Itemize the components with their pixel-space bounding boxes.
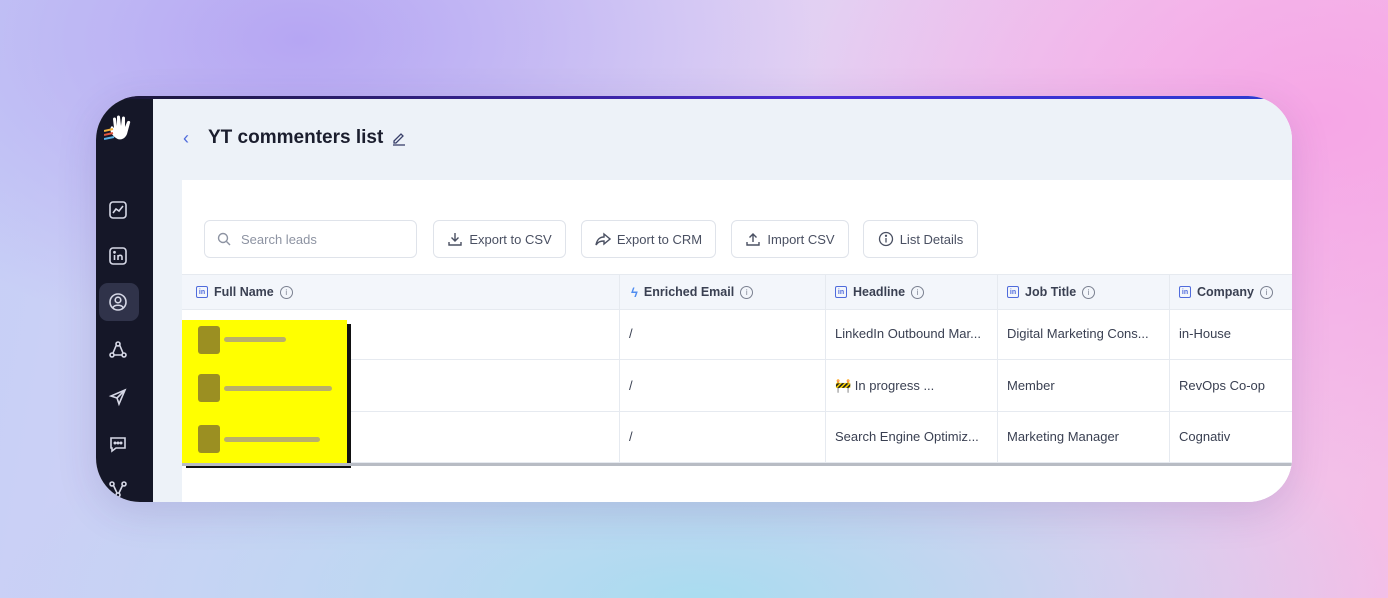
upload-icon (746, 233, 761, 246)
col-full-name[interactable]: in Full Name i (196, 275, 293, 309)
info-icon[interactable]: i (740, 285, 754, 299)
share-icon (595, 232, 611, 246)
column-divider (1169, 274, 1170, 462)
col-company[interactable]: in Company i (1179, 275, 1273, 309)
linkedin-icon: in (835, 286, 847, 298)
redacted-name (224, 337, 286, 342)
contacts-icon[interactable] (106, 290, 130, 314)
linkedin-icon[interactable] (106, 244, 130, 268)
job-title-cell: Marketing Manager (1007, 429, 1119, 444)
redacted-name (224, 437, 320, 442)
linkedin-icon: in (1007, 286, 1019, 298)
column-divider (825, 274, 826, 462)
col-enriched-email-label: Enriched Email (643, 285, 735, 299)
search-icon (217, 232, 231, 246)
info-icon[interactable]: i (911, 285, 925, 299)
download-icon (448, 233, 463, 246)
info-icon[interactable]: i (1082, 285, 1096, 299)
page-title: YT commenters list (208, 127, 384, 148)
analytics-icon[interactable] (106, 198, 130, 222)
app-window: ‹ YT commenters list Export to CSV Expor… (96, 96, 1292, 502)
back-chevron-icon[interactable]: ‹ (183, 128, 189, 149)
linkedin-icon: in (1179, 286, 1191, 298)
avatar (198, 374, 220, 402)
integrations-icon[interactable] (106, 478, 130, 502)
leads-panel: Export to CSV Export to CRM Import CSV L… (182, 180, 1292, 502)
job-title-cell: Digital Marketing Cons... (1007, 326, 1149, 341)
export-csv-label: Export to CSV (469, 231, 552, 247)
avatar (198, 425, 220, 453)
sidebar (96, 96, 153, 502)
page-header: ‹ YT commenters list (153, 96, 1292, 180)
email-cell: / (629, 378, 633, 393)
col-headline[interactable]: in Headline i (835, 275, 925, 309)
email-cell: / (629, 326, 633, 341)
linkedin-icon: in (196, 286, 208, 298)
list-details-label: List Details (899, 231, 964, 247)
column-divider (619, 274, 620, 462)
export-crm-label: Export to CRM (616, 231, 703, 247)
export-csv-button[interactable]: Export to CSV (433, 220, 566, 258)
company-cell: in-House (1179, 326, 1232, 341)
table-row[interactable]: / 🚧 In progress ... Member RevOps Co-op (182, 360, 1292, 412)
info-icon[interactable]: i (1259, 285, 1273, 299)
info-icon[interactable]: i (279, 285, 293, 299)
table-row[interactable]: / Search Engine Optimiz... Marketing Man… (182, 411, 1292, 463)
search-input[interactable] (239, 230, 403, 248)
col-enriched-email[interactable]: ϟ Enriched Email i (631, 275, 754, 309)
company-cell: RevOps Co-op (1179, 378, 1265, 393)
search-box[interactable] (204, 220, 417, 258)
import-csv-label: Import CSV (767, 231, 835, 247)
edit-pencil-icon[interactable] (391, 130, 407, 146)
headline-cell: 🚧 In progress ... (835, 377, 935, 393)
messages-icon[interactable] (106, 432, 130, 456)
headline-cell: LinkedIn Outbound Mar... (835, 326, 981, 341)
avatar (198, 326, 220, 354)
redacted-name (224, 386, 332, 391)
bolt-icon: ϟ (631, 284, 638, 300)
job-title-cell: Member (1007, 378, 1055, 393)
col-company-label: Company (1197, 285, 1254, 299)
table-row[interactable]: / LinkedIn Outbound Mar... Digital Marke… (182, 308, 1292, 360)
redaction-highlight (182, 320, 347, 464)
col-full-name-label: Full Name (214, 285, 274, 299)
main-content: ‹ YT commenters list Export to CSV Expor… (153, 96, 1292, 502)
column-divider (997, 274, 998, 462)
send-icon[interactable] (106, 385, 130, 409)
top-accent-line (96, 96, 1292, 99)
headline-cell: Search Engine Optimiz... (835, 429, 979, 444)
network-icon[interactable] (106, 338, 130, 362)
list-details-button[interactable]: List Details (863, 220, 978, 258)
col-headline-label: Headline (853, 285, 906, 299)
info-circle-icon (878, 231, 893, 247)
import-csv-button[interactable]: Import CSV (731, 220, 849, 258)
export-crm-button[interactable]: Export to CRM (581, 220, 716, 258)
col-job-title-label: Job Title (1025, 285, 1077, 299)
email-cell: / (629, 429, 633, 444)
horizontal-scrollbar[interactable] (182, 463, 1292, 466)
company-cell: Cognativ (1179, 429, 1231, 444)
col-job-title[interactable]: in Job Title i (1007, 275, 1096, 309)
table-header: in Full Name i ϟ Enriched Email i in Hea… (182, 274, 1292, 310)
logo-hand-icon[interactable] (104, 114, 140, 144)
